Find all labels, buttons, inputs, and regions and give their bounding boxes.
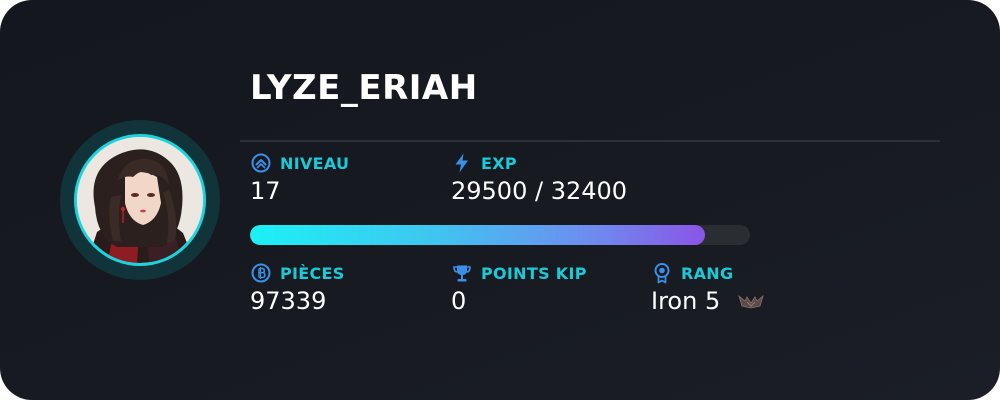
stat-pieces-label: PIÈCES <box>280 263 345 283</box>
stat-niveau-label-row: NIVEAU <box>250 151 349 175</box>
exp-progress-bar <box>250 225 750 245</box>
exp-progress-fill <box>250 225 706 245</box>
rank-badge-icon <box>654 263 670 284</box>
stat-exp: EXP 29500 / 32400 <box>451 151 627 207</box>
stat-niveau-value: 17 <box>250 177 281 205</box>
lightning-icon <box>455 153 468 173</box>
stat-points-kip-label-row: POINTS KIP <box>451 261 587 285</box>
stat-pieces-label-row: PIÈCES <box>250 261 345 285</box>
stat-exp-label-row: EXP <box>451 151 627 175</box>
stat-rang: RANG Iron 5 <box>651 261 764 317</box>
coin-icon <box>251 263 271 283</box>
profile-card: LYZE_ERIAH NIVEAU 17 EXP 29500 / 32400 P… <box>0 0 1000 400</box>
stat-rang-label-row: RANG <box>651 261 764 285</box>
stat-points-kip-value: 0 <box>451 287 467 315</box>
stat-exp-label: EXP <box>481 153 517 173</box>
stat-rang-label: RANG <box>681 263 734 283</box>
stat-rang-value-row: Iron 5 <box>651 285 764 317</box>
avatar-ring <box>60 120 220 280</box>
stat-rang-value: Iron 5 <box>651 287 721 315</box>
iron-rank-emblem-icon <box>738 294 764 309</box>
stat-pieces: PIÈCES 97339 <box>250 261 345 317</box>
stat-niveau-label: NIVEAU <box>280 153 350 173</box>
stat-exp-value: 29500 / 32400 <box>451 177 628 205</box>
username: LYZE_ERIAH <box>250 68 478 108</box>
stat-points-kip-label: POINTS KIP <box>481 263 587 283</box>
stat-points-kip: POINTS KIP 0 <box>451 261 587 317</box>
avatar-portrait-icon <box>77 137 203 263</box>
stat-niveau: NIVEAU 17 <box>250 151 349 207</box>
avatar <box>74 134 206 266</box>
trophy-icon <box>453 265 471 282</box>
chevron-up-circle-icon <box>251 153 271 173</box>
stat-pieces-value: 97339 <box>250 287 327 315</box>
header-divider <box>240 140 940 142</box>
